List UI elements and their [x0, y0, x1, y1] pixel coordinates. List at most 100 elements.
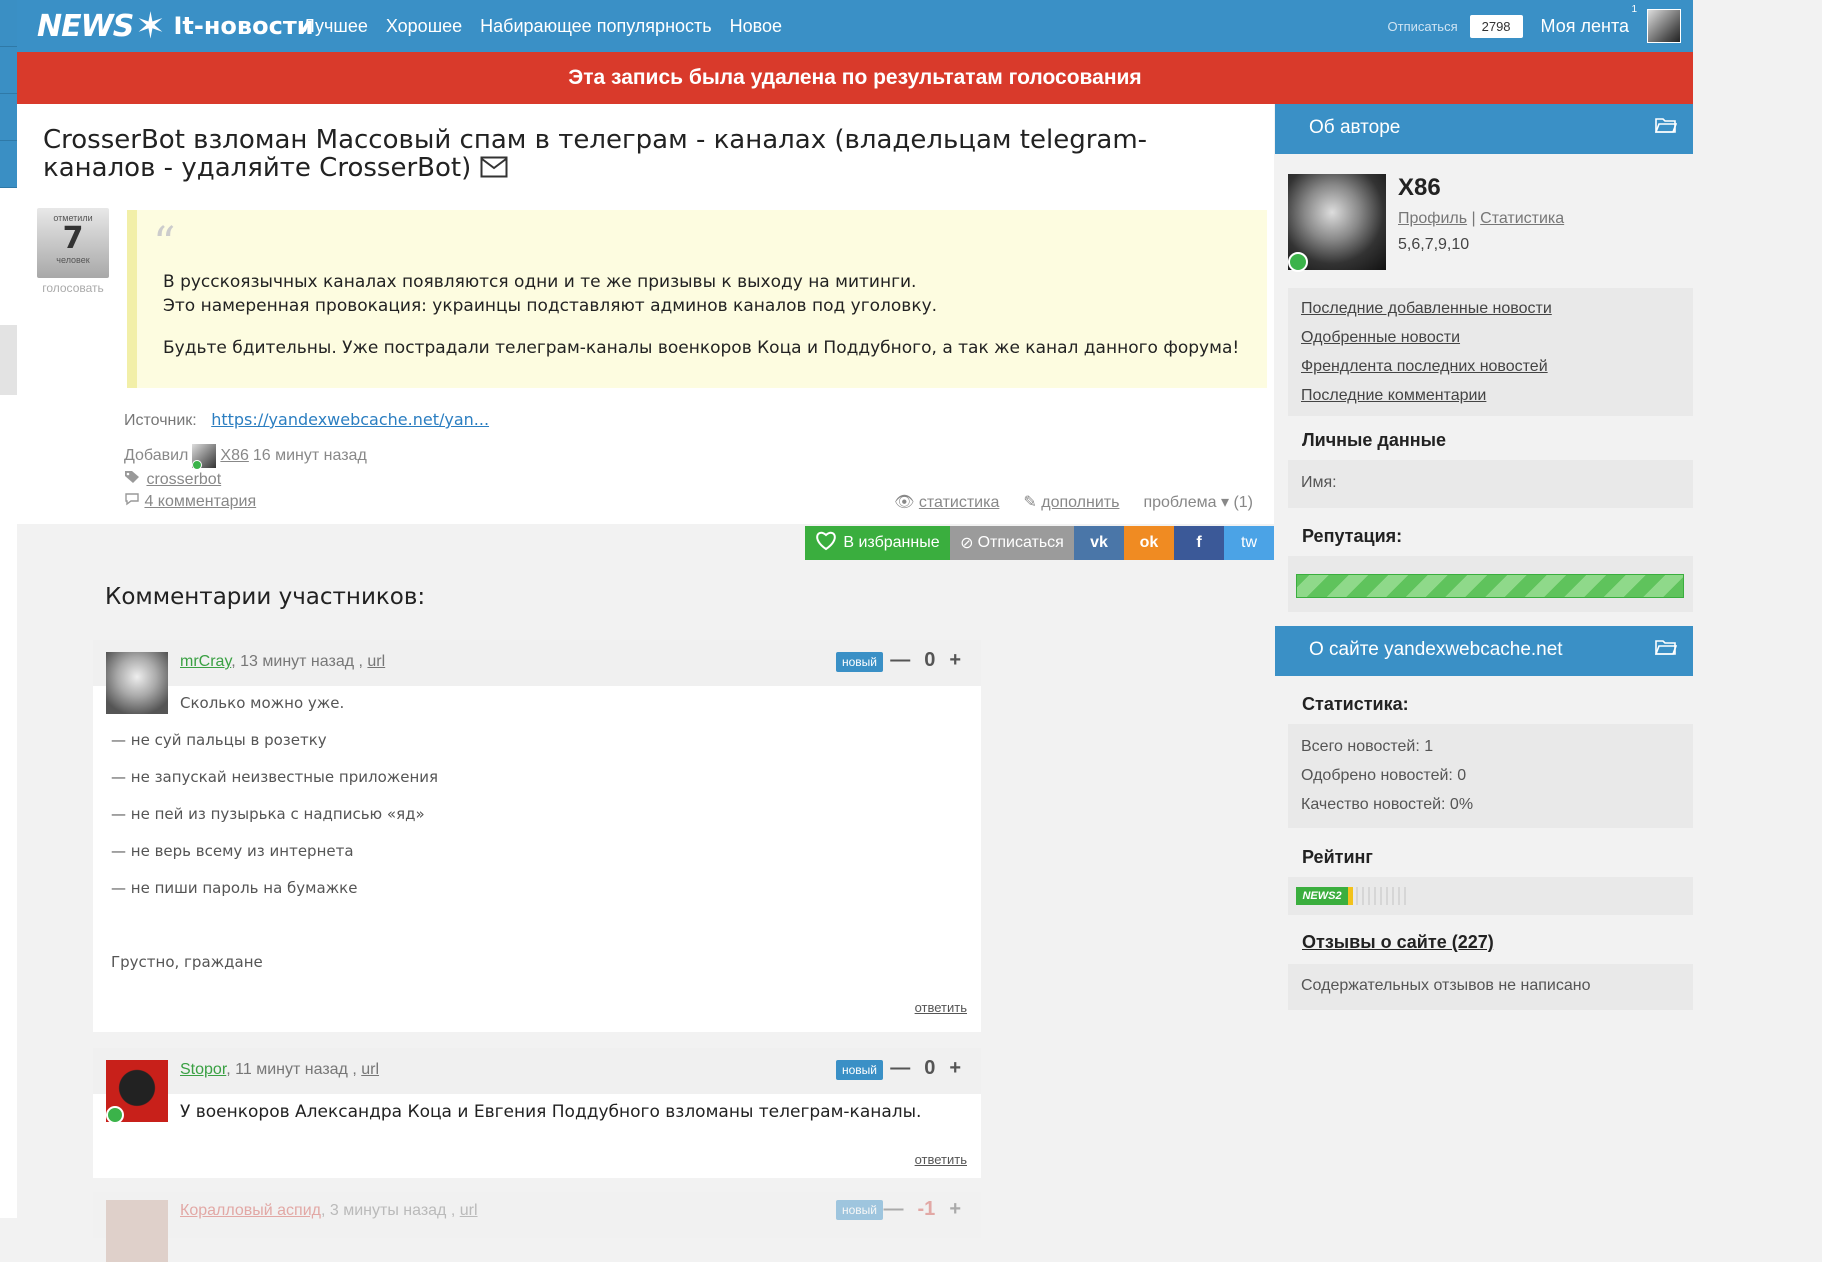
- vote-counter[interactable]: отметили 7 человек: [37, 208, 109, 278]
- author-photo[interactable]: [1288, 174, 1386, 272]
- author-small-avatar[interactable]: [192, 444, 217, 470]
- comments-heading: Комментарии участников:: [105, 584, 426, 610]
- problem-count: (1): [1233, 494, 1253, 511]
- quote-paragraph: Это намеренная провокация: украинцы подс…: [163, 296, 938, 316]
- name-label: Имя:: [1301, 474, 1337, 491]
- comment-votes: — 0 +: [890, 649, 961, 672]
- vk-share-button[interactable]: vk: [1074, 526, 1124, 560]
- left-grey-block: [0, 325, 17, 395]
- new-badge: новый: [835, 1200, 883, 1220]
- my-feed-link[interactable]: Моя лента 1: [1541, 4, 1637, 37]
- nav-best[interactable]: Лучшее: [303, 16, 368, 37]
- supplement-link[interactable]: дополнить: [1041, 494, 1119, 511]
- left-tab[interactable]: [0, 0, 17, 47]
- problem-action[interactable]: проблема ▾ (1): [1143, 492, 1253, 512]
- rating-scale: [1356, 887, 1406, 905]
- added-time: 16 минут назад: [252, 447, 367, 464]
- left-tab[interactable]: [0, 141, 17, 188]
- reviews-box: Содержательных отзывов не написано: [1288, 964, 1693, 1010]
- new-badge: новый: [835, 1060, 883, 1080]
- vote-action[interactable]: голосовать: [37, 281, 109, 295]
- article-actions: 👁 статистика ✎ дополнить проблема ▾ (1): [894, 492, 1253, 512]
- stats-link[interactable]: статистика: [919, 494, 999, 511]
- site-name: It-новости: [173, 12, 314, 40]
- plus-icon[interactable]: +: [949, 649, 961, 672]
- minus-icon[interactable]: —: [890, 649, 910, 672]
- favorite-label: В избранные: [843, 534, 940, 551]
- nav-new[interactable]: Новое: [730, 16, 782, 37]
- minus-icon[interactable]: —: [890, 1057, 910, 1080]
- menu-approved-news[interactable]: Одобренные новости: [1301, 329, 1460, 347]
- folder-icon[interactable]: [1654, 638, 1678, 662]
- online-dot-icon: [192, 460, 203, 470]
- statistics-link[interactable]: Статистика: [1480, 210, 1564, 227]
- source-row: Источник: https://yandexwebcache.net/yan…: [124, 410, 489, 430]
- comment-avatar[interactable]: [106, 652, 168, 714]
- site-reviews-link[interactable]: Отзывы о сайте (227): [1302, 932, 1494, 953]
- comment-time: , 13 минут назад ,: [231, 653, 363, 670]
- left-tab[interactable]: [0, 94, 17, 141]
- comment-score: 0: [924, 649, 936, 671]
- comment-url-link[interactable]: url: [361, 1061, 379, 1078]
- supplement-action[interactable]: ✎ дополнить: [1023, 492, 1119, 512]
- profile-link[interactable]: Профиль: [1398, 210, 1467, 227]
- comment-score: 0: [924, 1057, 936, 1079]
- reputation-box: [1288, 556, 1693, 612]
- rating-logo: NEWS2: [1296, 887, 1348, 905]
- stats-action[interactable]: 👁 статистика: [894, 492, 999, 512]
- comment-author[interactable]: Stopor: [180, 1061, 226, 1078]
- nav-good[interactable]: Хорошее: [386, 16, 462, 37]
- vote-bottom-label: человек: [56, 255, 90, 265]
- envelope-icon[interactable]: [480, 156, 508, 184]
- nav-trending[interactable]: Набирающее популярность: [480, 16, 711, 37]
- comment-line: — не пей из пузырька с надписью «яд»: [111, 805, 425, 823]
- comments-count-link[interactable]: 4 комментария: [144, 493, 256, 510]
- left-tab[interactable]: [0, 47, 17, 94]
- comment-time: , 3 минуты назад ,: [320, 1202, 456, 1219]
- plus-icon[interactable]: +: [949, 1057, 961, 1080]
- comment-avatar[interactable]: [106, 1200, 168, 1262]
- deleted-banner: Эта запись была удалена по результатам г…: [17, 52, 1693, 104]
- comment-url-link[interactable]: url: [367, 653, 385, 670]
- rating-level: [1348, 887, 1353, 905]
- folder-icon[interactable]: [1654, 116, 1678, 140]
- reply-link[interactable]: ответить: [915, 1152, 967, 1167]
- comment-line: — не суй пальцы в розетку: [111, 731, 327, 749]
- unsubscribe-button[interactable]: ⊘ Отписаться: [950, 526, 1074, 560]
- comment-line: — не запускай неизвестные приложения: [111, 768, 439, 786]
- comment-author-line: mrCray, 13 минут назад , url: [180, 653, 385, 671]
- facebook-share-button[interactable]: f: [1174, 526, 1224, 560]
- tag-link[interactable]: crosserbot: [146, 471, 221, 488]
- site-logo[interactable]: NEWS ✶ It-новости: [37, 6, 314, 46]
- comment-votes: — 0 +: [890, 1057, 961, 1080]
- favorite-button[interactable]: В избранные: [805, 526, 950, 560]
- user-avatar[interactable]: [1647, 9, 1681, 43]
- reply-link[interactable]: ответить: [915, 1000, 967, 1015]
- ok-share-button[interactable]: ok: [1124, 526, 1174, 560]
- article-quote: “ В русскоязычных каналах появляются одн…: [127, 210, 1267, 388]
- added-author-link[interactable]: X86: [220, 447, 248, 465]
- menu-latest-comments[interactable]: Последние комментарии: [1301, 387, 1486, 405]
- menu-latest-news[interactable]: Последние добавленные новости: [1301, 300, 1552, 318]
- comment-bubble-icon: [124, 493, 144, 510]
- menu-friend-feed[interactable]: Френдлента последних новостей: [1301, 358, 1548, 376]
- about-author-header[interactable]: Об авторе: [1275, 104, 1693, 154]
- comment-url-link[interactable]: url: [460, 1202, 478, 1219]
- reputation-bar: [1296, 574, 1684, 598]
- twitter-share-button[interactable]: tw: [1224, 526, 1274, 560]
- comment-line: Сколько можно уже.: [180, 694, 345, 712]
- source-link[interactable]: https://yandexwebcache.net/yan...: [211, 410, 489, 429]
- comment-author[interactable]: mrCray: [180, 653, 231, 670]
- edit-icon: ✎: [1023, 494, 1037, 511]
- header-unsubscribe-link[interactable]: Отписаться: [1388, 19, 1458, 34]
- about-site-header[interactable]: О сайте yandexwebcache.net: [1275, 626, 1693, 676]
- comment-time: , 11 минут назад ,: [226, 1061, 357, 1078]
- reviews-text: Содержательных отзывов не написано: [1301, 977, 1591, 994]
- comment-avatar[interactable]: [106, 1060, 168, 1124]
- author-ranks: 5,6,7,9,10: [1398, 236, 1470, 253]
- vote-count: 7: [62, 221, 84, 256]
- quote-mark-icon: “: [153, 218, 176, 269]
- about-site-title: О сайте yandexwebcache.net: [1309, 639, 1563, 660]
- stat-approved-news: Одобрено новостей: 0: [1301, 767, 1467, 784]
- comment-author[interactable]: Коралловый аспид: [180, 1202, 321, 1219]
